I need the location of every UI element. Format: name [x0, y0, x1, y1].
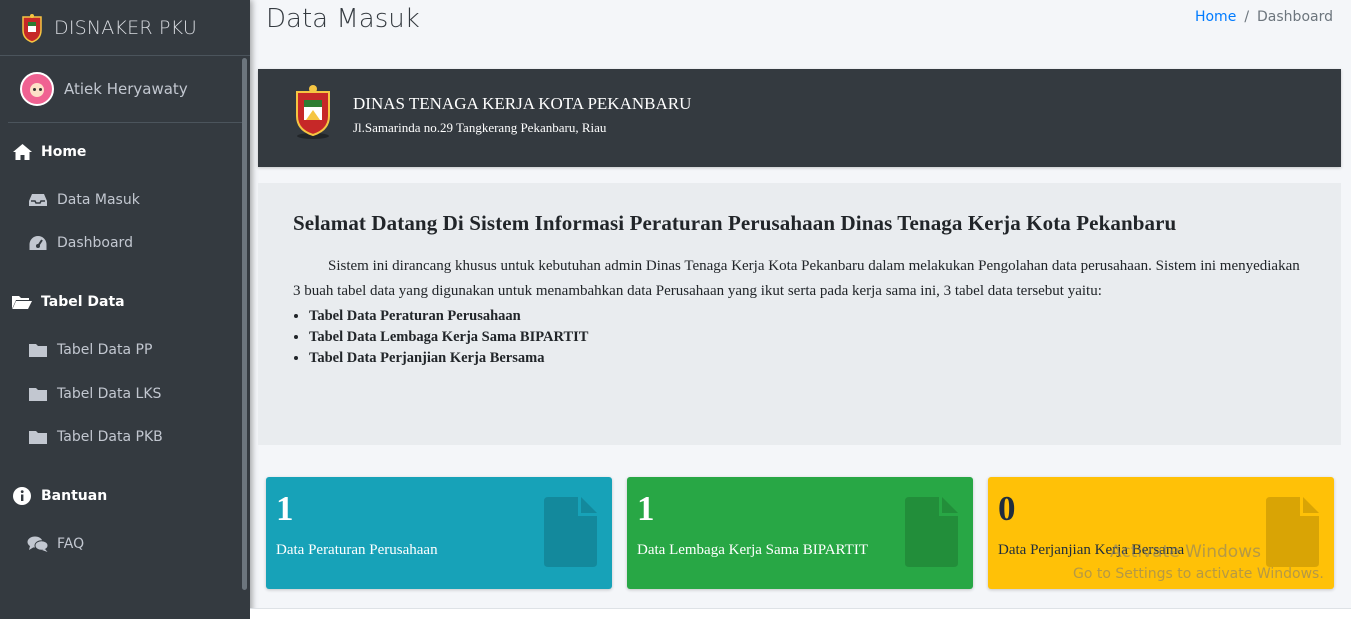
page-title: Data Masuk — [266, 4, 420, 34]
file-icon — [544, 497, 597, 567]
sidebar-item-tabel-data-pkb[interactable]: Tabel Data PKB — [0, 425, 240, 449]
stat-label: Data Lembaga Kerja Sama BIPARTIT — [637, 542, 868, 558]
folder-icon — [27, 342, 49, 358]
agency-banner: DINAS TENAGA KERJA KOTA PEKANBARU Jl.Sam… — [258, 69, 1341, 167]
windows-activation-watermark-text: Go to Settings to activate Windows. — [1073, 566, 1324, 582]
stat-box-peraturan-perusahaan[interactable]: 1 Data Peraturan Perusahaan — [266, 477, 612, 589]
stat-box-lembaga-kerja-sama[interactable]: 1 Data Lembaga Kerja Sama BIPARTIT — [627, 477, 973, 589]
list-item: Tabel Data Lembaga Kerja Sama BIPARTIT — [309, 327, 1306, 348]
brand-name: DISNAKER PKU — [54, 16, 197, 39]
comments-icon — [27, 535, 49, 553]
sidebar-item-label: Tabel Data — [41, 294, 125, 310]
user-name[interactable]: Atiek Heryawaty — [64, 80, 188, 98]
breadcrumb: Home / Dashboard — [1195, 9, 1333, 25]
sidebar-item-dashboard[interactable]: Dashboard — [0, 231, 240, 255]
sidebar-item-faq[interactable]: FAQ — [0, 532, 240, 556]
brand-link[interactable]: DISNAKER PKU — [0, 0, 250, 56]
folder-icon — [27, 386, 49, 402]
breadcrumb-separator: / — [1244, 9, 1250, 25]
user-avatar-icon — [20, 72, 54, 106]
sidebar-item-tabel-data-pp[interactable]: Tabel Data PP — [0, 338, 240, 362]
file-icon — [905, 497, 958, 567]
sidebar-item-label: Tabel Data PP — [57, 342, 153, 358]
folder-icon — [27, 429, 49, 445]
welcome-heading: Selamat Datang Di Sistem Informasi Perat… — [293, 211, 1177, 235]
list-item: Tabel Data Perjanjian Kerja Bersama — [309, 348, 1306, 369]
user-panel[interactable]: Atiek Heryawaty — [8, 56, 242, 123]
list-item: Tabel Data Peraturan Perusahaan — [309, 306, 1306, 327]
coat-of-arms-icon — [296, 85, 330, 139]
sidebar-item-label: Dashboard — [57, 235, 133, 251]
stat-value: 0 — [998, 489, 1016, 528]
home-icon — [11, 143, 33, 161]
sidebar-item-label: Home — [41, 144, 87, 160]
stat-value: 1 — [637, 489, 655, 528]
agency-title: DINAS TENAGA KERJA KOTA PEKANBARU — [353, 94, 692, 113]
sidebar-item-data-masuk[interactable]: Data Masuk — [0, 188, 240, 212]
sidebar: DISNAKER PKU Atiek Heryawaty Home Data M… — [0, 0, 250, 619]
sidebar-item-label: Tabel Data PKB — [57, 429, 163, 445]
welcome-section: Selamat Datang Di Sistem Informasi Perat… — [258, 183, 1341, 445]
coat-of-arms-icon — [22, 13, 42, 43]
sidebar-item-home[interactable]: Home — [0, 140, 240, 164]
agency-address: Jl.Samarinda no.29 Tangkerang Pekanbaru,… — [353, 120, 607, 135]
sidebar-item-bantuan[interactable]: Bantuan — [0, 484, 240, 508]
folder-open-icon — [11, 294, 33, 310]
sidebar-item-tabel-data-lks[interactable]: Tabel Data LKS — [0, 382, 240, 406]
sidebar-scrollbar[interactable] — [242, 58, 247, 590]
breadcrumb-current: Dashboard — [1257, 9, 1333, 25]
sidebar-item-label: Tabel Data LKS — [57, 386, 162, 402]
sidebar-item-tabel-data[interactable]: Tabel Data — [0, 290, 240, 314]
welcome-paragraph: Sistem ini dirancang khusus untuk kebutu… — [293, 258, 1300, 299]
table-list: Tabel Data Peraturan Perusahaan Tabel Da… — [293, 306, 1306, 369]
sidebar-item-label: Data Masuk — [57, 192, 140, 208]
footer — [250, 608, 1351, 619]
windows-activation-watermark-title: Activate Windows — [1110, 542, 1261, 562]
stat-value: 1 — [276, 489, 294, 528]
sidebar-item-label: Bantuan — [41, 488, 108, 504]
info-circle-icon — [11, 486, 33, 506]
breadcrumb-home-link[interactable]: Home — [1195, 9, 1236, 25]
sidebar-item-label: FAQ — [57, 536, 85, 552]
tachometer-icon — [27, 234, 49, 252]
stat-label: Data Peraturan Perusahaan — [276, 542, 438, 558]
file-icon — [1266, 497, 1319, 567]
inbox-icon — [27, 193, 49, 207]
